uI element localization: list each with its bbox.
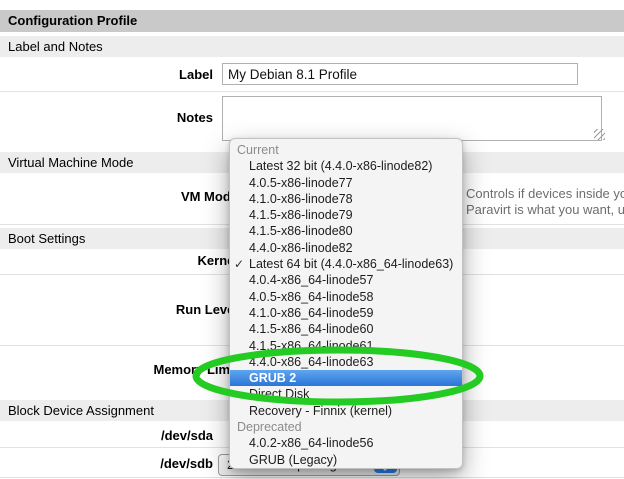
memory-limit-label: Memory Limit — [0, 362, 238, 378]
kernel-option-label: Latest 32 bit (4.4.0-x86-linode82) — [249, 159, 432, 173]
kernel-option-4-1-5-x86-linode79[interactable]: 4.1.5-x86-linode79 — [230, 207, 462, 223]
kernel-option-label: 4.1.5-x86-linode79 — [249, 208, 353, 222]
kernel-option-label: 4.4.0-x86-linode82 — [249, 241, 353, 255]
kernel-option-label: Recovery - Finnix (kernel) — [249, 404, 392, 418]
kernel-option-4-1-0-x86-64-linode59[interactable]: 4.1.0-x86_64-linode59 — [230, 305, 462, 321]
kernel-group-deprecated: Deprecated — [230, 419, 462, 435]
kernel-option-4-1-5-x86-linode80[interactable]: 4.1.5-x86-linode80 — [230, 223, 462, 239]
kernel-option-4-0-4-x86-64-linode57[interactable]: 4.0.4-x86_64-linode57 — [230, 272, 462, 288]
textarea-resize-grip-icon[interactable] — [594, 129, 605, 140]
kernel-option-4-4-0-x86-linode82[interactable]: 4.4.0-x86-linode82 — [230, 240, 462, 256]
vm-mode-help-line1: Controls if devices inside your — [466, 186, 624, 202]
kernel-option-label: 4.1.5-x86-linode80 — [249, 224, 353, 238]
kernel-label: Kernel — [0, 253, 238, 269]
kernel-option-label: 4.1.5-x86_64-linode60 — [249, 322, 373, 336]
section-header-label-and-notes: Label and Notes — [0, 36, 624, 57]
kernel-option-label: GRUB (Legacy) — [249, 453, 337, 467]
kernel-option-label: 4.0.5-x86-linode77 — [249, 176, 353, 190]
dev-sdb-label: /dev/sdb — [0, 456, 213, 472]
kernel-option-label: Current — [237, 143, 279, 157]
kernel-option-grub-2[interactable]: GRUB 2 — [230, 370, 462, 386]
divider — [0, 91, 624, 92]
kernel-option-4-0-5-x86-linode77[interactable]: 4.0.5-x86-linode77 — [230, 175, 462, 191]
label-input[interactable] — [222, 63, 578, 85]
section-header-configuration-profile: Configuration Profile — [0, 10, 624, 32]
kernel-option-grub-legacy[interactable]: GRUB (Legacy) — [230, 452, 462, 468]
kernel-option-latest-64-bit-4-4-0-x86-64-linode63[interactable]: ✓ Latest 64 bit (4.4.0-x86_64-linode63) — [230, 256, 462, 272]
kernel-dropdown-list: Current Latest 32 bit (4.4.0-x86-linode82… — [230, 142, 462, 468]
kernel-option-label: 4.4.0-x86_64-linode63 — [249, 355, 373, 369]
kernel-option-label: 4.1.0-x86_64-linode59 — [249, 306, 373, 320]
kernel-option-4-0-2-x86-64-linode56[interactable]: 4.0.2-x86_64-linode56 — [230, 435, 462, 451]
vm-mode-label: VM Mode — [0, 189, 238, 205]
notes-field-label: Notes — [0, 110, 213, 126]
kernel-option-label: 4.1.0-x86-linode78 — [249, 192, 353, 206]
kernel-option-4-1-5-x86-64-linode60[interactable]: 4.1.5-x86_64-linode60 — [230, 321, 462, 337]
kernel-option-4-4-0-x86-64-linode63[interactable]: 4.4.0-x86_64-linode63 — [230, 354, 462, 370]
kernel-option-label: 4.0.4-x86_64-linode57 — [249, 273, 373, 287]
label-field-label: Label — [0, 67, 213, 83]
checkmark-icon: ✓ — [234, 256, 244, 272]
kernel-option-label: GRUB 2 — [249, 371, 296, 385]
notes-textarea[interactable] — [222, 96, 602, 141]
divider — [0, 477, 624, 478]
kernel-option-4-1-5-x86-64-linode61[interactable]: 4.1.5-x86_64-linode61 — [230, 338, 462, 354]
vm-mode-help-line2: Paravirt is what you want, unle — [466, 202, 624, 218]
kernel-option-label: 4.0.2-x86_64-linode56 — [249, 436, 373, 450]
kernel-option-label: 4.0.5-x86_64-linode58 — [249, 290, 373, 304]
kernel-option-label: Latest 64 bit (4.4.0-x86_64-linode63) — [249, 257, 453, 271]
dev-sda-label: /dev/sda — [0, 428, 213, 444]
kernel-option-4-0-5-x86-64-linode58[interactable]: 4.0.5-x86_64-linode58 — [230, 289, 462, 305]
kernel-option-direct-disk[interactable]: Direct Disk — [230, 386, 462, 402]
kernel-group-current: Current — [230, 142, 462, 158]
run-level-label: Run Level — [0, 302, 238, 318]
kernel-dropdown[interactable]: Current Latest 32 bit (4.4.0-x86-linode82… — [229, 138, 463, 469]
kernel-option-latest-32-bit-4-4-0-x86-linode82[interactable]: Latest 32 bit (4.4.0-x86-linode82) — [230, 158, 462, 174]
kernel-option-recovery-finnix-kernel[interactable]: Recovery - Finnix (kernel) — [230, 403, 462, 419]
vm-mode-help-text: Controls if devices inside your Paravirt… — [466, 186, 624, 217]
kernel-option-4-1-0-x86-linode78[interactable]: 4.1.0-x86-linode78 — [230, 191, 462, 207]
kernel-option-label: Direct Disk — [249, 387, 309, 401]
kernel-option-label: 4.1.5-x86_64-linode61 — [249, 339, 373, 353]
kernel-option-label: Deprecated — [237, 420, 302, 434]
